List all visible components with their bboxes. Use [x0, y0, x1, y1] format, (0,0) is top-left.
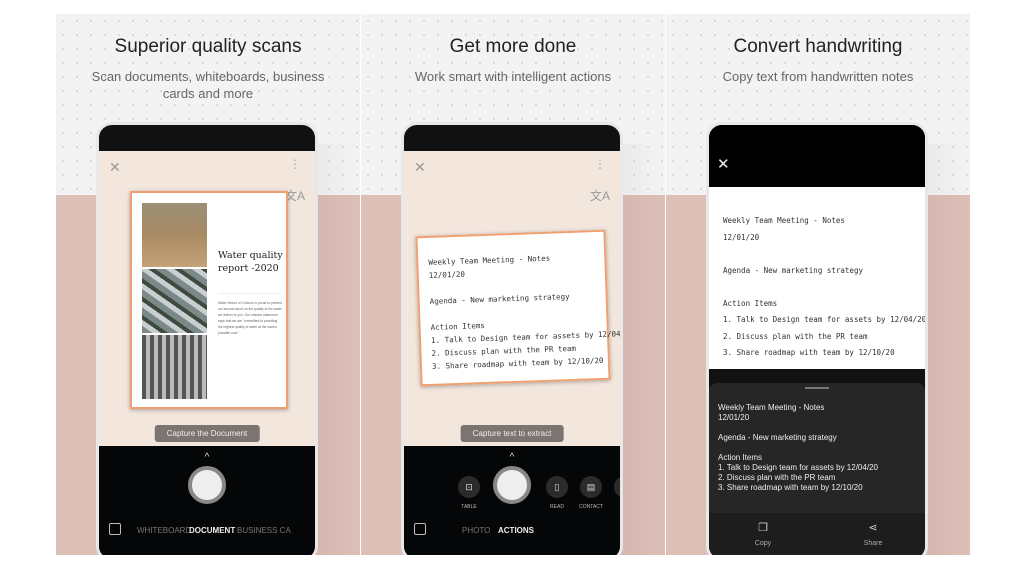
phone-scan-document: ✕ ⋮ 文A Water quality report -2020 Water W…: [96, 122, 318, 555]
handwritten-image: Weekly Team Meeting - Notes 12/01/20 Age…: [709, 187, 925, 369]
document-title: Water quality report -2020: [218, 250, 283, 274]
copy-icon: ❐: [758, 522, 768, 534]
text-shutter-button[interactable]: [493, 466, 531, 504]
contact-label: CONTACT: [579, 504, 603, 510]
table-label: TABLE: [461, 504, 477, 510]
qr-label: QR: [610, 504, 620, 510]
close-icon[interactable]: ✕: [717, 155, 730, 173]
mode-document[interactable]: DOCUMENT: [189, 526, 235, 535]
shutter-button[interactable]: [188, 466, 226, 504]
more-options-icon[interactable]: ⋮: [289, 157, 301, 171]
capture-hint: Capture text to extract: [460, 425, 564, 442]
wetland-image: [142, 203, 207, 267]
extracted-text-sheet: Weekly Team Meeting - Notes 12/01/20 Age…: [709, 383, 925, 555]
mode-business-card[interactable]: BUSINESS CA: [237, 526, 291, 535]
read-label: READ: [550, 504, 564, 510]
mode-photo[interactable]: PHOTO: [462, 526, 490, 535]
phone-actions: ✕ ⋮ 文A Weekly Team Meeting - Notes 12/01…: [401, 122, 623, 555]
mode-actions[interactable]: ACTIONS: [498, 526, 534, 535]
document-body: Water Works of Contoso is proud to prese…: [218, 293, 282, 336]
share-button[interactable]: ⋖ Share: [843, 521, 903, 547]
table-action-button[interactable]: ⊡: [458, 476, 480, 498]
chevron-up-icon[interactable]: ^: [205, 452, 210, 463]
gallery-icon[interactable]: [414, 523, 426, 535]
panel-title: Get more done: [449, 36, 577, 57]
panel-subtitle: Work smart with intelligent actions: [414, 69, 612, 84]
scanned-document: Water quality report -2020 Water Works of…: [130, 191, 288, 409]
translate-icon[interactable]: 文A: [590, 187, 610, 204]
gallery-icon[interactable]: [109, 523, 121, 535]
copy-button[interactable]: ❐ Copy: [733, 521, 793, 547]
extracted-text[interactable]: Weekly Team Meeting - Notes 12/01/20 Age…: [718, 403, 878, 493]
building-image: [142, 335, 207, 399]
panel-title: Convert handwriting: [733, 36, 903, 57]
read-action-button[interactable]: ▯: [546, 476, 568, 498]
close-icon[interactable]: ✕: [414, 159, 426, 176]
panel-title: Superior quality scans: [114, 36, 302, 57]
mode-whiteboard[interactable]: WHITEBOARD: [137, 526, 191, 535]
contact-action-button[interactable]: ▤: [580, 476, 602, 498]
chevron-up-icon[interactable]: ^: [510, 452, 515, 463]
panel-subtitle: Scan documents, whiteboards, business ca…: [91, 69, 325, 101]
phone-convert: ✕ Weekly Team Meeting - Notes 12/01/20 A…: [706, 122, 928, 555]
note-text: Weekly Team Meeting - Notes 12/01/20 Age…: [428, 253, 623, 371]
capture-hint: Capture the Document: [154, 425, 260, 442]
highway-image: [142, 269, 207, 333]
qr-action-button[interactable]: ▦: [614, 476, 620, 498]
panel-subtitle: Copy text from handwritten notes: [722, 69, 914, 84]
panel-scans: Superior quality scans Scan documents, w…: [56, 14, 360, 555]
handwritten-note: Weekly Team Meeting - Notes 12/01/20 Age…: [415, 229, 620, 387]
drag-handle[interactable]: [805, 387, 829, 389]
panel-handwriting: Convert handwriting Copy text from handw…: [666, 14, 970, 555]
share-icon: ⋖: [868, 522, 878, 534]
note-text: Weekly Team Meeting - Notes 12/01/20 Age…: [723, 216, 927, 357]
panel-actions: Get more done Work smart with intelligen…: [361, 14, 665, 555]
more-options-icon[interactable]: ⋮: [594, 157, 606, 171]
close-icon[interactable]: ✕: [109, 159, 121, 176]
